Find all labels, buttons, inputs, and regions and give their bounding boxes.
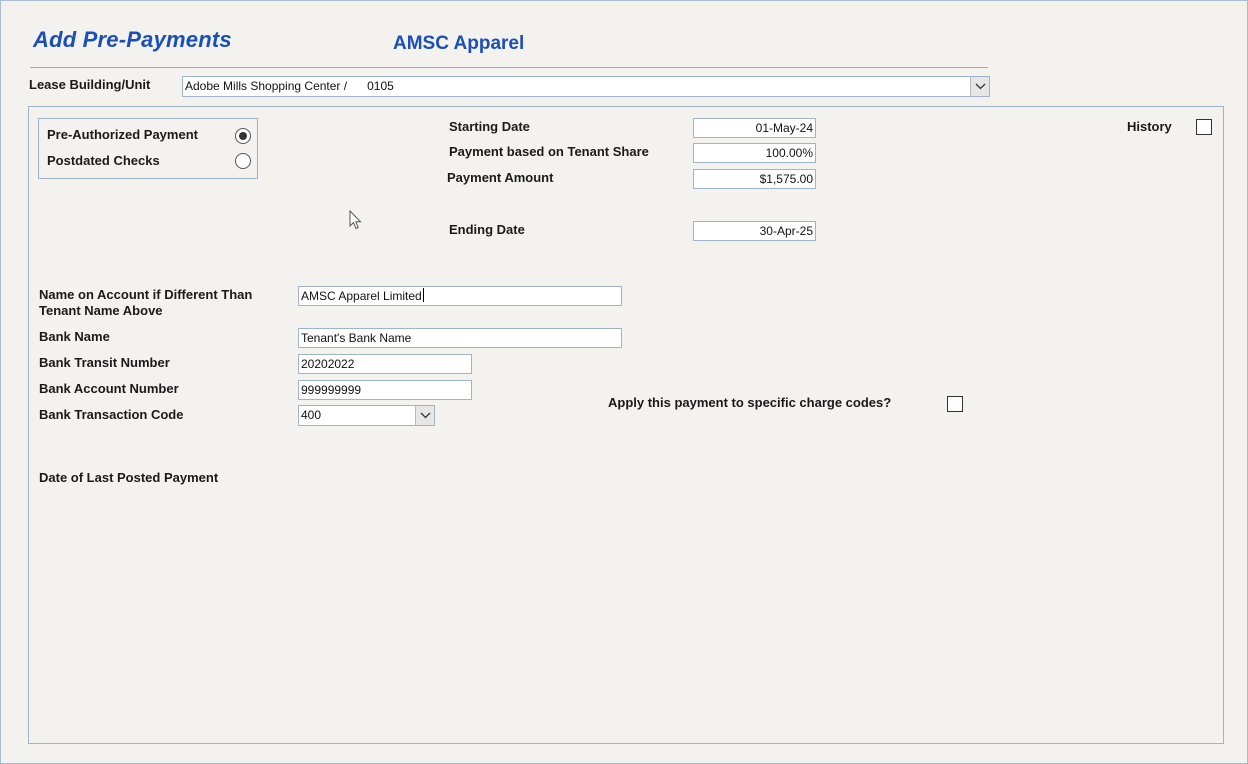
title-divider xyxy=(30,67,988,68)
main-panel xyxy=(28,106,1224,744)
text-caret xyxy=(422,288,424,302)
transaction-code-label: Bank Transaction Code xyxy=(39,407,184,422)
bank-name-field[interactable]: Tenant's Bank Name xyxy=(298,328,622,348)
transit-number-field[interactable]: 20202022 xyxy=(298,354,472,374)
payment-amount-label: Payment Amount xyxy=(447,170,554,185)
pre-authorized-label: Pre-Authorized Payment xyxy=(47,127,198,142)
history-label: History xyxy=(1127,119,1172,134)
chevron-down-icon xyxy=(975,83,985,90)
account-name-label: Name on Account if Different Than Tenant… xyxy=(39,287,253,318)
payment-amount-field[interactable]: $1,575.00 xyxy=(693,169,816,189)
lease-value: Adobe Mills Shopping Center / 0105 xyxy=(185,79,394,93)
history-checkbox[interactable] xyxy=(1196,119,1212,135)
account-number-field[interactable]: 999999999 xyxy=(298,380,472,400)
bank-name-label: Bank Name xyxy=(39,329,110,344)
postdated-checks-radio[interactable] xyxy=(235,153,251,169)
pre-authorized-radio[interactable] xyxy=(235,128,251,144)
tenant-share-label: Payment based on Tenant Share xyxy=(449,144,649,159)
starting-date-label: Starting Date xyxy=(449,119,530,134)
form-title: Add Pre-Payments xyxy=(33,27,232,52)
tenant-name: AMSC Apparel xyxy=(393,33,525,54)
transit-number-label: Bank Transit Number xyxy=(39,355,170,370)
account-name-field[interactable]: AMSC Apparel Limited xyxy=(298,286,622,306)
account-name-value: AMSC Apparel Limited xyxy=(301,289,422,303)
last-posted-payment-label: Date of Last Posted Payment xyxy=(39,470,219,485)
account-number-label: Bank Account Number xyxy=(39,381,179,396)
lease-dropdown[interactable]: Adobe Mills Shopping Center / 0105 xyxy=(182,76,990,97)
lease-dropdown-button[interactable] xyxy=(970,77,989,96)
lease-label: Lease Building/Unit xyxy=(29,77,151,92)
ending-date-label: Ending Date xyxy=(449,222,525,237)
chevron-down-icon xyxy=(420,412,430,419)
postdated-checks-label: Postdated Checks xyxy=(47,153,160,168)
mouse-pointer-icon xyxy=(349,210,362,230)
transaction-code-dropdown[interactable]: 400 xyxy=(298,405,435,426)
charge-codes-checkbox[interactable] xyxy=(947,396,963,412)
tenant-share-field[interactable]: 100.00% xyxy=(693,143,816,163)
starting-date-field[interactable]: 01-May-24 xyxy=(693,118,816,138)
charge-codes-label: Apply this payment to specific charge co… xyxy=(608,395,892,410)
transaction-code-value: 400 xyxy=(301,408,322,422)
transaction-code-dropdown-button[interactable] xyxy=(415,406,434,425)
ending-date-field[interactable]: 30-Apr-25 xyxy=(693,221,816,241)
